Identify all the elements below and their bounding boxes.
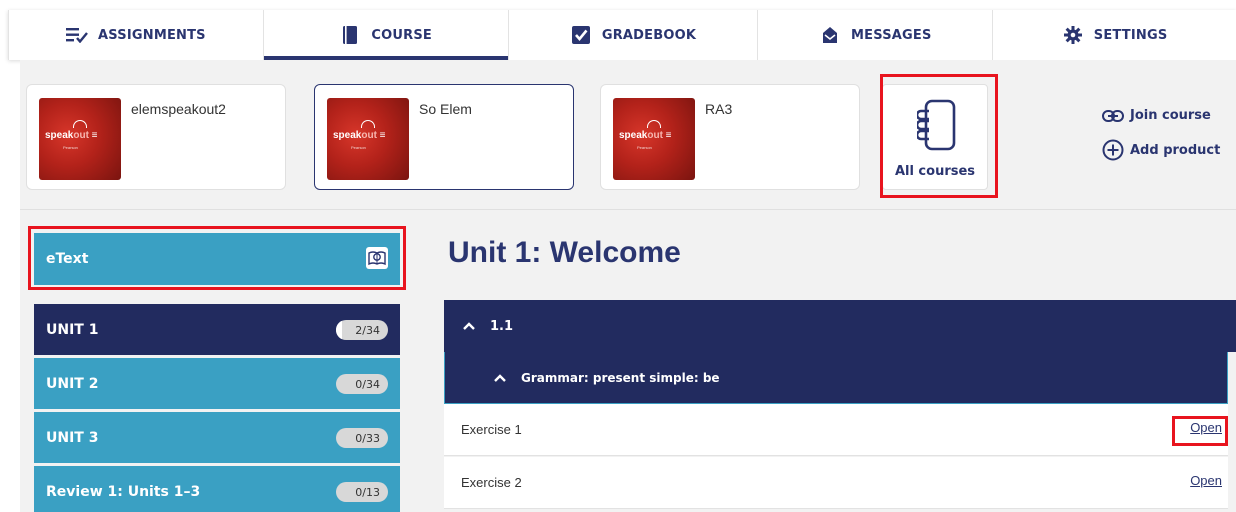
thumb-publisher: Pearson [351, 145, 366, 150]
add-product-link[interactable]: Add product [1102, 139, 1220, 161]
tab-assignments[interactable]: ASSIGNMENTS [9, 10, 264, 60]
course-name: RA3 [705, 101, 733, 117]
gear-icon [1062, 26, 1084, 44]
add-product-label: Add product [1130, 142, 1221, 158]
course-card-ra3[interactable]: speakout ≡ Pearson RA3 [600, 84, 860, 190]
assignments-icon [66, 26, 88, 44]
section-toggle-1-1[interactable]: 1.1 [444, 300, 1236, 352]
tab-gradebook[interactable]: GRADEBOOK [509, 10, 759, 60]
all-courses-label: All courses [894, 164, 976, 179]
chevron-up-icon [463, 322, 475, 330]
tab-course[interactable]: COURSE [263, 10, 509, 60]
link-icon [1102, 109, 1124, 122]
course-thumbnail: speakout ≡ Pearson [613, 98, 695, 180]
course-selector: speakout ≡ Pearson elemspeakout2 speakou… [20, 60, 1236, 210]
plus-circle-icon [1102, 139, 1124, 161]
exercise-row: Exercise 2 Open [444, 457, 1228, 509]
exercise-label: Exercise 2 [461, 475, 522, 490]
thumb-publisher: Pearson [63, 145, 78, 150]
page-title: Unit 1: Welcome [448, 236, 681, 269]
unit-label: UNIT 2 [46, 375, 99, 392]
tab-assignments-label: ASSIGNMENTS [98, 27, 206, 43]
course-card-so-elem[interactable]: speakout ≡ Pearson So Elem [314, 84, 574, 190]
unit-item-review-1[interactable]: Review 1: Units 1–3 0/13 [34, 466, 400, 512]
progress-badge: 2/34 [336, 320, 388, 340]
unit-label: Review 1: Units 1–3 [46, 483, 201, 500]
tab-settings-label: SETTINGS [1093, 27, 1168, 43]
open-link[interactable]: Open [1190, 420, 1222, 435]
unit-item-3[interactable]: UNIT 3 0/33 [34, 412, 400, 463]
tab-messages-label: MESSAGES [851, 27, 932, 43]
notebook-icon [917, 99, 956, 151]
course-name: So Elem [419, 101, 472, 117]
tab-messages[interactable]: MESSAGES [758, 10, 994, 60]
course-thumbnail: speakout ≡ Pearson [327, 98, 409, 180]
exercise-row: Exercise 1 Open [444, 404, 1228, 456]
section-label: 1.1 [490, 318, 514, 334]
subsection-label: Grammar: present simple: be [521, 370, 720, 385]
course-actions: Join course Add product [1102, 108, 1220, 177]
etext-label: eText [46, 251, 89, 267]
progress-badge: 0/34 [336, 374, 388, 394]
course-name: elemspeakout2 [131, 101, 226, 117]
join-course-label: Join course [1130, 108, 1211, 123]
envelope-icon [819, 26, 841, 44]
unit-label: UNIT 1 [46, 321, 99, 338]
tab-settings[interactable]: SETTINGS [993, 10, 1236, 60]
unit-list: UNIT 1 2/34 UNIT 2 0/34 UNIT 3 0/33 Revi… [34, 304, 400, 512]
tab-gradebook-label: GRADEBOOK [601, 27, 697, 43]
course-card-elemspeakout2[interactable]: speakout ≡ Pearson elemspeakout2 [26, 84, 286, 190]
unit-item-1[interactable]: UNIT 1 2/34 [34, 304, 400, 355]
unit-label: UNIT 3 [46, 429, 99, 446]
open-link[interactable]: Open [1190, 473, 1222, 488]
chevron-up-icon [494, 373, 506, 382]
top-navigation: ASSIGNMENTS COURSE GRADEBOOK MESSAGES SE… [8, 10, 1236, 60]
join-course-link[interactable]: Join course [1102, 108, 1220, 123]
etext-book-icon [366, 247, 388, 269]
book-icon [339, 26, 361, 44]
exercise-label: Exercise 1 [461, 422, 522, 437]
progress-badge: 0/33 [336, 428, 388, 448]
tab-course-label: COURSE [371, 27, 432, 43]
gradebook-check-icon [570, 26, 592, 44]
subsection-toggle-grammar[interactable]: Grammar: present simple: be [444, 352, 1228, 404]
thumb-publisher: Pearson [637, 145, 652, 150]
progress-badge: 0/13 [336, 482, 388, 502]
course-thumbnail: speakout ≡ Pearson [39, 98, 121, 180]
unit-item-2[interactable]: UNIT 2 0/34 [34, 358, 400, 409]
course-panel: speakout ≡ Pearson elemspeakout2 speakou… [20, 60, 1236, 512]
etext-button[interactable]: eText [34, 233, 400, 285]
all-courses-button[interactable]: All courses [882, 84, 988, 190]
